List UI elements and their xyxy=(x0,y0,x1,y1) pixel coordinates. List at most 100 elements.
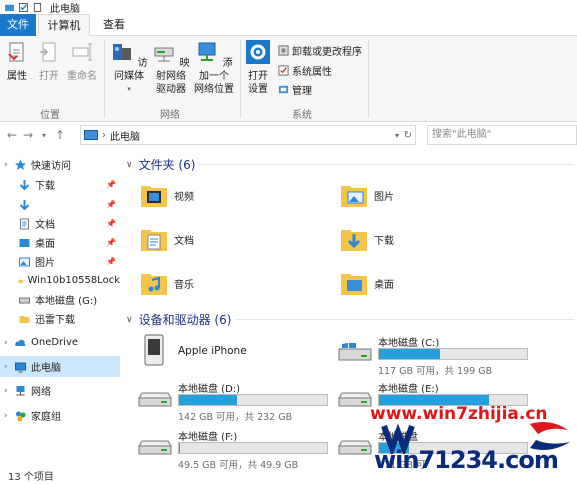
pin-icon[interactable]: 📌 xyxy=(106,257,116,266)
nav-item-desktop[interactable]: 桌面 📌 xyxy=(0,232,120,253)
nav-onedrive[interactable]: › OneDrive xyxy=(0,332,120,353)
properties-button[interactable]: 属性 xyxy=(4,40,30,83)
section-divider xyxy=(236,319,574,320)
add-network-location-button[interactable]: 添加一个 网络位置 xyxy=(192,40,236,96)
checkbox-icon[interactable] xyxy=(19,2,28,12)
document-icon xyxy=(20,218,29,229)
nav-item-pictures[interactable]: 图片 📌 xyxy=(0,251,120,272)
nav-item-drive-g[interactable]: 本地磁盘 (G:) xyxy=(0,289,120,310)
folder-pictures[interactable]: 图片 xyxy=(340,182,394,208)
system-properties-button[interactable]: 系统属性 xyxy=(278,62,332,78)
folder-name: 文档 xyxy=(174,235,194,247)
nav-item-downloads[interactable]: 下载 📌 xyxy=(0,174,120,195)
manage-button[interactable]: 管理 xyxy=(278,81,312,97)
nav-homegroup[interactable]: › 家庭组 xyxy=(0,405,120,426)
nav-onedrive-label: OneDrive xyxy=(31,337,79,348)
pin-icon[interactable]: 📌 xyxy=(106,180,116,189)
properties-icon xyxy=(8,42,24,62)
nav-this-pc-label: 此电脑 xyxy=(31,363,61,374)
device-drive-f[interactable]: 本地磁盘 (F:) 49.5 GB 可用，共 49.9 GB xyxy=(138,428,338,471)
nav-network[interactable]: › 网络 xyxy=(0,380,120,401)
expand-chevron-icon[interactable]: › xyxy=(4,362,14,372)
tab-view[interactable]: 查看 xyxy=(96,14,132,36)
media-icon xyxy=(113,44,132,60)
rename-button[interactable]: 重命名 xyxy=(66,40,98,83)
nav-item-label: 文档 xyxy=(35,220,55,231)
computer-icon xyxy=(15,362,26,372)
rename-icon xyxy=(72,43,92,61)
pin-icon[interactable]: 📌 xyxy=(106,238,116,247)
open-settings-button[interactable]: 打开 设置 xyxy=(244,40,272,96)
back-arrow-icon[interactable]: ← xyxy=(4,128,20,142)
open-button[interactable]: 打开 xyxy=(36,40,62,83)
download-arrow-icon xyxy=(19,199,30,210)
downloads-folder-icon xyxy=(341,230,367,251)
expand-chevron-icon[interactable]: › xyxy=(4,386,14,396)
uninstall-label: 卸载或更改程序 xyxy=(292,46,362,58)
folders-section-header[interactable]: ∨ 文件夹 (6) xyxy=(126,156,195,173)
device-drive-d[interactable]: 本地磁盘 (D:) 142 GB 可用，共 232 GB xyxy=(138,380,338,423)
nav-item-label: 桌面 xyxy=(35,239,55,250)
devices-section-header[interactable]: ∨ 设备和驱动器 (6) xyxy=(126,311,231,328)
map-drive-button[interactable]: 映射网络 驱动器 xyxy=(150,40,192,96)
refresh-icon[interactable]: ↻ xyxy=(404,130,412,141)
collapse-chevron-icon[interactable]: ∨ xyxy=(126,315,133,325)
map-drive-icon xyxy=(154,47,174,62)
forward-arrow-icon[interactable]: → xyxy=(20,128,36,142)
pin-icon[interactable]: 📌 xyxy=(106,200,116,209)
address-dropdown-icon[interactable]: ▾ xyxy=(395,131,399,140)
device-name: 本地磁盘 (C:) xyxy=(378,338,440,349)
folder-videos[interactable]: 视频 xyxy=(140,182,194,208)
expand-chevron-icon[interactable]: › xyxy=(4,338,14,348)
expand-chevron-icon[interactable]: › xyxy=(4,411,14,421)
device-name: Apple iPhone xyxy=(178,345,247,357)
nav-item-label: 图片 xyxy=(35,258,55,269)
item-count: 13 个项目 xyxy=(8,472,54,483)
tab-computer[interactable]: 计算机 xyxy=(38,14,90,37)
ribbon-separator xyxy=(104,40,105,118)
nav-item-downloads-2[interactable]: 📌 xyxy=(0,194,120,215)
section-divider xyxy=(198,164,574,165)
search-input[interactable]: 搜索"此电脑" xyxy=(427,125,577,145)
breadcrumb-chevron-icon[interactable]: › xyxy=(102,130,106,141)
pictures-icon xyxy=(19,257,30,266)
folder-desktop[interactable]: 桌面 xyxy=(340,270,394,296)
address-bar[interactable]: › 此电脑 ▾ ↻ xyxy=(80,125,416,145)
drive-usage-fill xyxy=(179,443,181,453)
nav-item-thunder[interactable]: 迅雷下载 xyxy=(0,308,120,329)
cloud-icon xyxy=(15,339,26,346)
access-media-button[interactable]: 访问媒体 ▾ xyxy=(108,40,150,96)
uninstall-program-button[interactable]: 卸载或更改程序 xyxy=(278,42,362,58)
device-name: 本地磁盘 (E:) xyxy=(378,384,439,395)
pin-icon[interactable]: 📌 xyxy=(106,219,116,228)
folder-name: 音乐 xyxy=(174,279,194,291)
new-doc-icon[interactable] xyxy=(33,2,42,12)
collapse-chevron-icon[interactable]: ∨ xyxy=(126,160,133,170)
app-icon xyxy=(5,4,14,11)
up-arrow-icon[interactable]: ↑ xyxy=(52,128,68,142)
nav-item-label: 迅雷下载 xyxy=(35,315,75,326)
drive-icon xyxy=(138,440,172,455)
nav-network-label: 网络 xyxy=(31,387,51,398)
folder-downloads[interactable]: 下载 xyxy=(340,226,394,252)
drive-size: 117 GB 可用，共 199 GB xyxy=(378,366,493,377)
nav-item-folder[interactable]: Win10b10558Lock xyxy=(0,270,120,291)
address-path[interactable]: 此电脑 xyxy=(110,128,140,143)
open-icon xyxy=(40,42,56,62)
nav-quick-access[interactable]: › 快速访问 xyxy=(0,154,120,175)
device-iphone[interactable]: Apple iPhone xyxy=(138,334,328,368)
drive-size: 49.5 GB 可用，共 49.9 GB xyxy=(178,460,299,471)
folder-documents[interactable]: 文档 xyxy=(140,226,194,252)
open-settings-label-1: 打开 xyxy=(248,71,268,82)
nav-this-pc[interactable]: › 此电脑 xyxy=(0,356,120,377)
tab-file[interactable]: 文件 xyxy=(0,14,36,36)
expand-chevron-icon[interactable]: › xyxy=(4,160,14,170)
ribbon-separator xyxy=(240,40,241,118)
properties-label: 属性 xyxy=(7,71,27,82)
homegroup-icon xyxy=(16,411,26,421)
group-network-label: 网络 xyxy=(160,110,180,121)
folder-music[interactable]: 音乐 xyxy=(140,270,194,296)
recent-chevron-icon[interactable]: ▾ xyxy=(36,131,52,140)
device-drive-c[interactable]: 本地磁盘 (C:) 117 GB 可用，共 199 GB xyxy=(338,334,538,377)
nav-item-documents[interactable]: 文档 📌 xyxy=(0,213,120,234)
